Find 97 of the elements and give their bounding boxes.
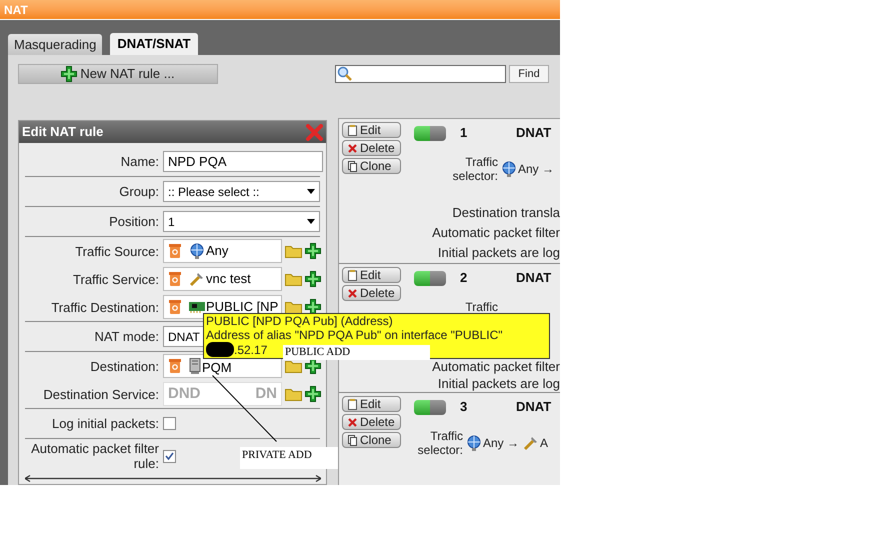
rule-action-button[interactable]: Delete <box>342 285 401 301</box>
field-label: Traffic Service: <box>72 272 159 286</box>
rule-detail: Initial packets are log <box>438 244 560 262</box>
selector-value: Any → <box>518 161 554 178</box>
clipboard-icon <box>348 270 357 280</box>
selector-label: selector: <box>418 443 463 457</box>
wrench-icon <box>189 271 205 287</box>
rule-mode: DNAT <box>516 124 552 142</box>
select-value: :: Please select :: <box>168 184 260 200</box>
selector-label: selector: <box>452 169 498 183</box>
delete-icon <box>348 418 357 426</box>
trash-icon[interactable] <box>169 359 181 373</box>
copy-icon <box>348 434 357 446</box>
clipboard-icon <box>348 398 357 410</box>
copy-icon <box>348 160 357 172</box>
annotation-label: PRIVATE ADD <box>240 447 338 469</box>
globe-icon <box>501 161 517 177</box>
rule-detail: Automatic packet filter <box>432 358 560 375</box>
object-field[interactable]: vnc test <box>163 267 282 291</box>
rule-mode: DNAT <box>516 269 552 288</box>
rule-action-button[interactable]: Clone <box>342 158 401 174</box>
field-label: NAT mode: <box>93 329 159 344</box>
rule-action-button[interactable]: Edit <box>342 267 401 283</box>
tab[interactable]: Masquerading <box>8 34 102 55</box>
search-field[interactable] <box>335 64 506 82</box>
rule-detail: Automatic packet filter <box>432 224 560 242</box>
field-label: Group: <box>118 184 159 199</box>
status-toggle[interactable] <box>414 126 446 140</box>
wrench-icon <box>523 435 540 451</box>
field-label: Name: <box>120 154 159 169</box>
rule-number: 2 <box>460 269 468 288</box>
object-name: PQM <box>202 359 232 378</box>
checkbox[interactable] <box>163 450 176 462</box>
new-rule-button[interactable]: New NAT rule ... <box>18 64 218 84</box>
leader-line <box>212 375 277 442</box>
plus-icon[interactable] <box>305 386 321 402</box>
trash-icon[interactable] <box>169 244 181 258</box>
field-label: Traffic Source: <box>74 244 159 258</box>
object-name: vnc test <box>206 270 251 288</box>
plus-icon[interactable] <box>61 66 78 82</box>
select-field[interactable]: :: Please select :: <box>163 181 320 202</box>
window-title: NAT <box>4 2 28 18</box>
selector-value: Any → <box>483 435 520 452</box>
status-toggle[interactable] <box>414 400 446 414</box>
drop-zone-hint: DND <box>168 384 200 404</box>
field-label: Log initial packets: <box>51 416 159 431</box>
select-value: 1 <box>168 214 175 230</box>
delete-icon <box>348 144 357 152</box>
field-label: Automatic packet filter rule: <box>30 441 159 471</box>
tooltip-address: .52.17 <box>234 342 268 356</box>
checkmark-icon <box>165 452 174 460</box>
globe-icon <box>466 435 482 451</box>
drop-zone-hint: DN <box>255 384 277 404</box>
network-card-icon <box>189 301 205 313</box>
tab[interactable]: DNAT/SNAT <box>110 33 198 55</box>
selector-label: Traffic <box>430 429 463 443</box>
tooltip-description: Address of alias "NPD PQA Pub" on interface "PUBLIC" <box>206 328 503 342</box>
rule-action-button[interactable]: Delete <box>342 140 401 156</box>
rule-detail: Destination transla <box>452 204 560 222</box>
globe-icon <box>189 243 205 259</box>
field-label: Destination Service: <box>42 386 159 402</box>
selector-label: Traffic <box>465 155 498 169</box>
delete-icon <box>348 288 357 298</box>
select-field[interactable]: 1 <box>163 211 320 232</box>
object-field[interactable]: Any <box>163 239 282 263</box>
dropdown-caret-icon <box>307 219 315 224</box>
checkbox[interactable] <box>163 417 176 430</box>
text-field[interactable]: NPD PQA <box>163 151 323 172</box>
rule-detail: Initial packets are log <box>438 375 560 392</box>
status-toggle[interactable] <box>414 270 446 286</box>
rule-action-button[interactable]: Clone <box>342 432 401 448</box>
object-name: PUBLIC [NP <box>206 298 278 316</box>
rule-action-button[interactable]: Delete <box>342 414 401 430</box>
selector-label: Traffic <box>465 300 498 314</box>
field-label: Traffic Destination: <box>50 300 159 314</box>
server-icon <box>189 358 201 374</box>
field-label: Position: <box>108 214 159 229</box>
field-label: Destination: <box>89 358 159 374</box>
trash-icon[interactable] <box>169 272 181 286</box>
rule-action-button[interactable]: Edit <box>342 122 401 138</box>
rule-mode: DNAT <box>516 398 552 416</box>
plus-icon[interactable] <box>305 243 321 259</box>
rule-number: 1 <box>460 124 468 142</box>
annotation-label: PUBLIC ADD <box>283 345 430 360</box>
selector-target: A <box>540 435 548 452</box>
clipboard-icon <box>348 124 357 136</box>
search-icon <box>337 66 353 82</box>
redaction-mark <box>206 342 234 357</box>
select-value: DNAT <box>168 328 200 346</box>
dropdown-caret-icon <box>307 189 315 194</box>
trash-icon[interactable] <box>169 300 181 314</box>
panel-title: Edit NAT rule <box>22 123 104 142</box>
object-name: Any <box>206 242 228 260</box>
find-button[interactable]: Find <box>509 64 549 82</box>
rule-action-button[interactable]: Edit <box>342 396 401 412</box>
plus-icon[interactable] <box>305 271 321 287</box>
rule-number: 3 <box>460 398 468 416</box>
